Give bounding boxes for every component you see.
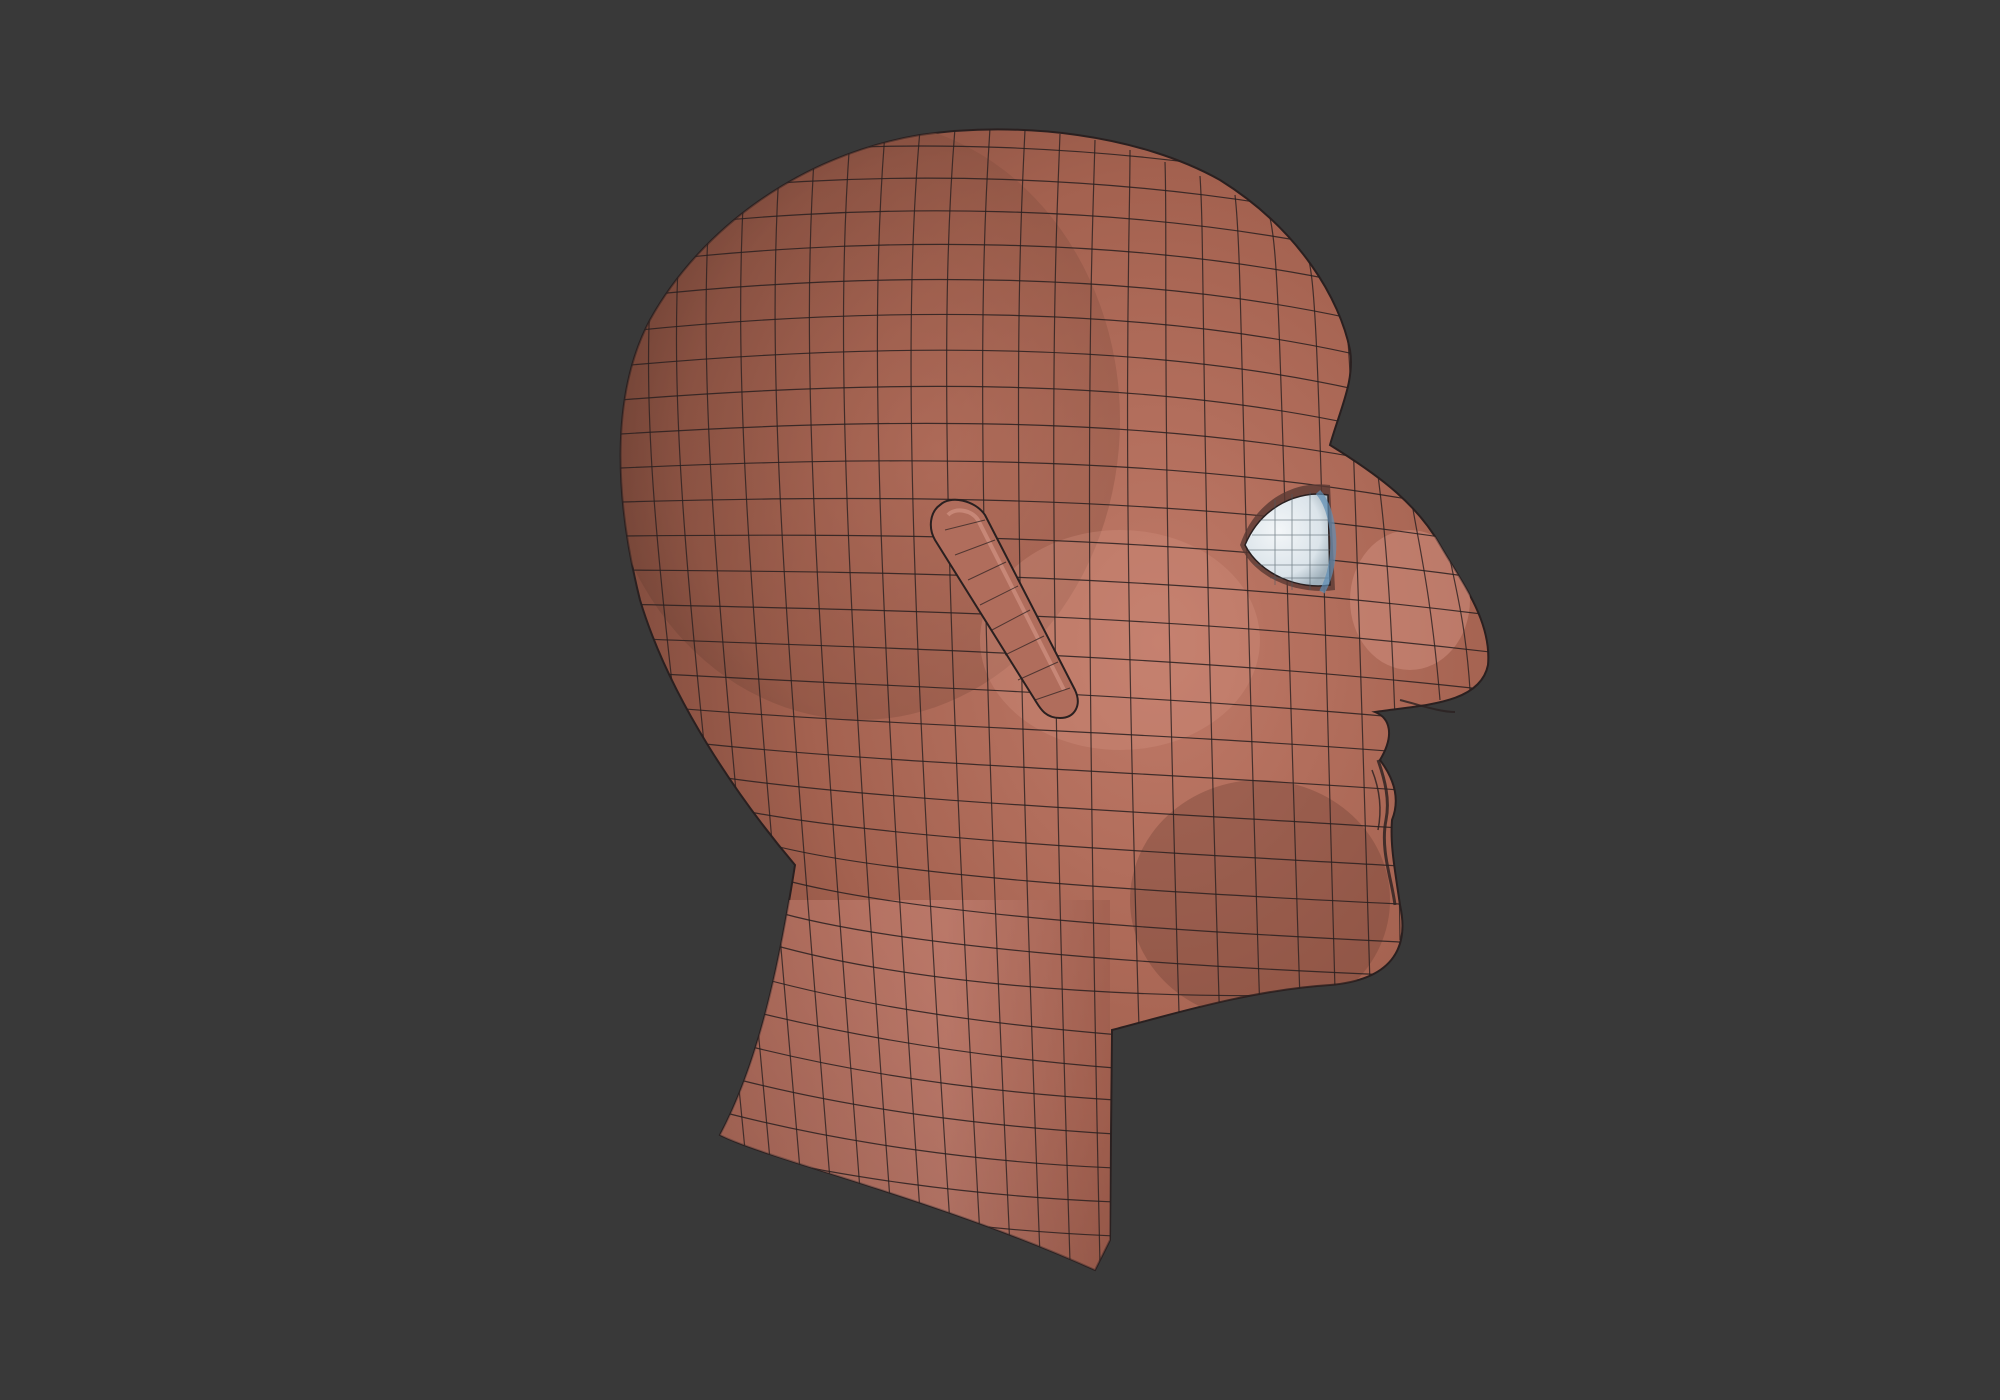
head-model — [619, 128, 1490, 1272]
3d-viewport[interactable] — [0, 0, 2000, 1400]
